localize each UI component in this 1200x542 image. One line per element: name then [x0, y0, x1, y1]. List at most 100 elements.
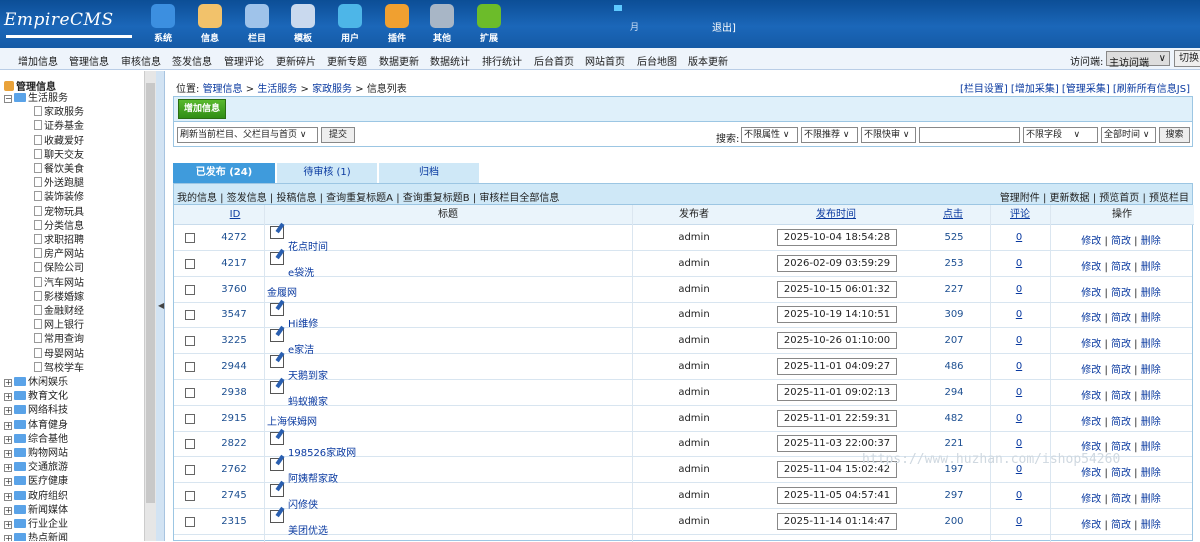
- row-checkbox[interactable]: [185, 233, 195, 243]
- tab-pending[interactable]: 待审核 (1): [277, 163, 377, 183]
- tree-item[interactable]: 常用查询: [34, 333, 84, 347]
- expand-icon[interactable]: +: [4, 506, 12, 515]
- field-select[interactable]: 不限字段 ∨: [1023, 127, 1098, 143]
- edit-link[interactable]: 修改: [1081, 417, 1101, 428]
- tree-item[interactable]: 收藏爱好: [34, 134, 84, 149]
- row-title-link[interactable]: 美团优选: [288, 522, 328, 537]
- row-comments-link[interactable]: 0: [999, 361, 1039, 372]
- quick-edit-link[interactable]: 简改: [1111, 520, 1131, 531]
- breadcrumb-item[interactable]: 家政服务: [312, 84, 352, 95]
- expand-icon[interactable]: +: [4, 535, 12, 541]
- col-id[interactable]: ID: [206, 205, 264, 225]
- col-comments[interactable]: 评论: [990, 205, 1050, 225]
- tree-group[interactable]: + 行业企业: [4, 518, 68, 532]
- row-checkbox[interactable]: [185, 310, 195, 321]
- row-comments-link[interactable]: 0: [999, 258, 1039, 269]
- breadcrumb-item[interactable]: 管理信息: [203, 84, 243, 95]
- menu-item[interactable]: 更新专题: [327, 53, 367, 68]
- tree-item[interactable]: 汽车网站: [34, 276, 84, 291]
- expand-icon[interactable]: +: [4, 435, 12, 444]
- row-time-field[interactable]: 2025-11-01 09:02:13: [777, 383, 897, 401]
- add-info-button[interactable]: 增加信息: [178, 99, 226, 119]
- tree-group[interactable]: + 休闲娱乐: [4, 376, 68, 390]
- row-time-field[interactable]: 2025-10-15 06:01:32: [777, 280, 897, 298]
- edit-link[interactable]: 修改: [1081, 262, 1101, 273]
- nav-plus[interactable]: 扩展: [469, 4, 509, 44]
- delete-link[interactable]: 删除: [1141, 313, 1161, 324]
- quick-edit-link[interactable]: 简改: [1111, 365, 1131, 376]
- row-comments-link[interactable]: 0: [999, 284, 1039, 295]
- row-comments-link[interactable]: 0: [999, 232, 1039, 243]
- edit-link[interactable]: 修改: [1081, 520, 1101, 531]
- quick-edit-link[interactable]: 简改: [1111, 313, 1131, 324]
- nav-tools[interactable]: 插件: [377, 4, 417, 44]
- delete-link[interactable]: 删除: [1141, 442, 1161, 453]
- quick-edit-link[interactable]: 简改: [1111, 236, 1131, 247]
- tree-item[interactable]: 餐饮美食: [34, 163, 84, 177]
- tree-item[interactable]: 分类信息: [34, 219, 84, 234]
- expand-icon[interactable]: +: [4, 393, 12, 402]
- tree-group[interactable]: + 综合基他: [4, 433, 68, 447]
- delete-link[interactable]: 删除: [1141, 468, 1161, 479]
- row-time-field[interactable]: 2025-11-03 22:00:37: [777, 435, 897, 453]
- row-checkbox[interactable]: [185, 362, 195, 372]
- menu-item[interactable]: 增加信息: [18, 53, 58, 68]
- delete-link[interactable]: 删除: [1141, 494, 1161, 505]
- expand-icon[interactable]: +: [4, 521, 12, 529]
- row-comments-link[interactable]: 0: [999, 335, 1039, 346]
- menu-item[interactable]: 网站首页: [585, 53, 625, 68]
- tree-group[interactable]: + 网络科技: [4, 404, 68, 418]
- quick-edit-link[interactable]: 简改: [1111, 339, 1131, 350]
- tree-item[interactable]: 家政服务: [34, 106, 84, 120]
- delete-link[interactable]: 删除: [1141, 288, 1161, 299]
- subbar-left-links[interactable]: 我的信息 | 签发信息 | 投稿信息 | 查询重复标题A | 查询重复标题B |…: [177, 189, 559, 204]
- quick-edit-link[interactable]: 简改: [1111, 391, 1131, 402]
- tree-item[interactable]: 聊天交友: [34, 148, 84, 163]
- nav-gear[interactable]: 其他: [422, 4, 462, 44]
- row-checkbox[interactable]: [185, 336, 195, 347]
- expand-icon[interactable]: +: [4, 421, 12, 430]
- subbar-right-links[interactable]: 管理附件 | 更新数据 | 预览首页 | 预览栏目: [1000, 189, 1189, 204]
- tree-item[interactable]: 保险公司: [34, 262, 84, 276]
- nav-folder[interactable]: 栏目: [237, 4, 277, 44]
- row-comments-link[interactable]: 0: [999, 438, 1039, 449]
- delete-link[interactable]: 删除: [1141, 520, 1161, 531]
- row-time-field[interactable]: 2026-02-09 03:59:29: [777, 254, 897, 272]
- delete-link[interactable]: 删除: [1141, 365, 1161, 376]
- menu-item[interactable]: 更新碎片: [276, 53, 316, 68]
- nav-user[interactable]: 用户: [330, 4, 370, 44]
- row-comments-link[interactable]: 0: [999, 387, 1039, 398]
- row-checkbox[interactable]: [185, 439, 195, 450]
- row-time-field[interactable]: 2025-11-01 04:09:27: [777, 358, 897, 375]
- breadcrumb-item[interactable]: 生活服务: [257, 84, 297, 95]
- expand-icon[interactable]: +: [4, 450, 12, 458]
- edit-link[interactable]: 修改: [1081, 468, 1101, 479]
- edit-link[interactable]: 修改: [1081, 313, 1101, 324]
- menu-item[interactable]: 审核信息: [121, 53, 161, 68]
- tree-group[interactable]: + 政府组织: [4, 490, 68, 504]
- quick-edit-link[interactable]: 简改: [1111, 468, 1131, 479]
- search-input[interactable]: [919, 127, 1020, 143]
- delete-link[interactable]: 删除: [1141, 236, 1161, 247]
- row-checkbox[interactable]: [185, 387, 195, 398]
- row-checkbox[interactable]: [185, 284, 195, 295]
- menu-item[interactable]: 排行统计: [482, 53, 522, 68]
- row-time-field[interactable]: 2025-11-01 22:59:31: [777, 409, 897, 427]
- nav-edit[interactable]: 信息: [190, 4, 230, 44]
- menu-item[interactable]: 后台首页: [534, 53, 574, 68]
- quick-edit-link[interactable]: 简改: [1111, 417, 1131, 428]
- row-time-field[interactable]: 2025-11-05 04:57:41: [777, 487, 897, 504]
- menu-item[interactable]: 后台地图: [637, 53, 677, 68]
- row-time-field[interactable]: 2025-10-04 18:54:28: [777, 229, 897, 246]
- tree-group[interactable]: + 购物网站: [4, 447, 68, 461]
- attr-filter-select[interactable]: 不限属性 ∨: [741, 127, 798, 143]
- tree-group[interactable]: + 体育健身: [4, 419, 68, 433]
- search-button[interactable]: 搜索: [1159, 127, 1190, 143]
- column-actions-links[interactable]: [栏目设置] [增加采集] [管理采集] [刷新所有信息JS]: [960, 84, 1190, 95]
- menu-item[interactable]: 签发信息: [172, 53, 212, 68]
- tab-published[interactable]: 已发布 (24): [173, 163, 275, 183]
- nav-globe[interactable]: 系统: [143, 4, 183, 44]
- nav-window[interactable]: 模板: [283, 4, 323, 44]
- tree-group[interactable]: + 交通旅游: [4, 461, 68, 475]
- tree-item[interactable]: 房产网站: [34, 248, 84, 262]
